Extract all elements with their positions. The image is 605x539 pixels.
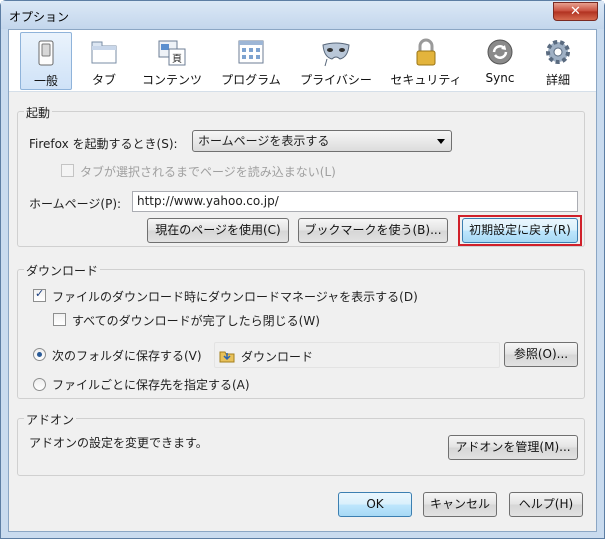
tab-advanced[interactable]: 詳細: [532, 32, 584, 90]
chevron-down-icon: [437, 139, 445, 144]
tab-general[interactable]: 一般: [20, 32, 72, 90]
when-starts-value: ホームページを表示する: [198, 134, 330, 148]
addons-group-title: アドオン: [24, 411, 77, 428]
tab-content-label: コンテンツ: [141, 73, 202, 87]
applications-icon: [238, 40, 264, 64]
restore-default-button[interactable]: 初期設定に戻す(R): [462, 218, 578, 243]
sync-icon: [487, 39, 513, 65]
window-title: オプション: [9, 10, 70, 24]
manage-addons-button[interactable]: アドオンを管理(M)...: [448, 435, 578, 460]
tab-applications[interactable]: プログラム: [214, 32, 288, 90]
privacy-mask-icon: [322, 42, 350, 67]
checkmark-icon: ✓: [35, 287, 45, 300]
ok-button[interactable]: OK: [338, 492, 412, 517]
when-starts-select[interactable]: ホームページを表示する: [192, 130, 452, 152]
general-icon: [38, 40, 54, 66]
radio-selected-dot: [37, 352, 42, 357]
tab-sync-label: Sync: [485, 71, 515, 85]
dont-load-tabs-label: タブが選択されるまでページを読み込まない(L): [80, 165, 336, 179]
use-bookmark-button[interactable]: ブックマークを使う(B)...: [298, 218, 448, 243]
tab-content[interactable]: 頁 コンテンツ: [136, 32, 208, 90]
tab-security-label: セキュリティ: [390, 73, 462, 87]
tab-tabs[interactable]: タブ: [78, 32, 130, 90]
save-to-folder-radio[interactable]: [33, 348, 46, 361]
always-ask-radio[interactable]: [33, 378, 46, 391]
downloads-group-title: ダウンロード: [24, 262, 101, 279]
svg-text:頁: 頁: [172, 53, 182, 65]
download-folder-value: ダウンロード: [241, 350, 314, 364]
tab-applications-label: プログラム: [221, 73, 281, 87]
options-window: オプション ✕ 一般 タブ 頁 コンテンツ プログラム プライバシー セキュリテ…: [0, 0, 605, 539]
close-when-done-checkbox[interactable]: [53, 313, 66, 326]
cancel-button[interactable]: キャンセル: [423, 492, 497, 517]
tab-security[interactable]: セキュリティ: [384, 32, 468, 90]
always-ask-label: ファイルごとに保存先を指定する(A): [52, 378, 250, 392]
folder-icon: [219, 351, 235, 363]
show-download-manager-checkbox[interactable]: ✓: [33, 287, 46, 302]
dont-load-tabs-checkbox[interactable]: [61, 164, 74, 177]
tabs-icon: [91, 41, 117, 64]
close-button[interactable]: ✕: [553, 2, 598, 21]
dialog-client: 一般 タブ 頁 コンテンツ プログラム プライバシー セキュリティ Sync 詳…: [8, 29, 597, 532]
startup-group: 起動 Firefox を起動するとき(S): ホームページを表示する タブが選択…: [17, 104, 585, 247]
browse-button[interactable]: 参照(O)...: [504, 342, 578, 367]
title-bar[interactable]: オプション ✕: [1, 1, 604, 29]
tab-privacy[interactable]: プライバシー: [294, 32, 378, 90]
tab-sync[interactable]: Sync: [474, 32, 526, 90]
category-toolbar: 一般 タブ 頁 コンテンツ プログラム プライバシー セキュリティ Sync 詳…: [9, 30, 596, 92]
when-starts-label: Firefox を起動するとき(S):: [29, 137, 178, 151]
security-lock-icon: [416, 38, 436, 66]
addons-group: アドオン アドオンの設定を変更できます。 アドオンを管理(M)...: [17, 411, 585, 476]
homepage-label: ホームページ(P):: [29, 197, 122, 211]
addons-description: アドオンの設定を変更できます。: [29, 436, 208, 450]
help-button[interactable]: ヘルプ(H): [509, 492, 583, 517]
save-to-folder-label: 次のフォルダに保存する(V): [52, 349, 202, 363]
use-current-page-button[interactable]: 現在のページを使用(C): [147, 218, 289, 243]
advanced-gear-icon: [546, 40, 570, 64]
tab-privacy-label: プライバシー: [300, 73, 372, 87]
startup-group-title: 起動: [24, 104, 53, 121]
close-when-done-label: すべてのダウンロードが完了したら閉じる(W): [72, 314, 320, 328]
content-icon: 頁: [158, 40, 186, 66]
tab-tabs-label: タブ: [91, 73, 116, 87]
downloads-group: ダウンロード ✓ ファイルのダウンロード時にダウンロードマネージャを表示する(D…: [17, 262, 585, 399]
tab-advanced-label: 詳細: [545, 73, 570, 87]
tab-general-label: 一般: [33, 74, 58, 88]
download-folder-field[interactable]: ダウンロード: [214, 342, 500, 368]
homepage-field[interactable]: http://www.yahoo.co.jp/: [132, 191, 578, 212]
show-download-manager-label: ファイルのダウンロード時にダウンロードマネージャを表示する(D): [52, 290, 418, 304]
